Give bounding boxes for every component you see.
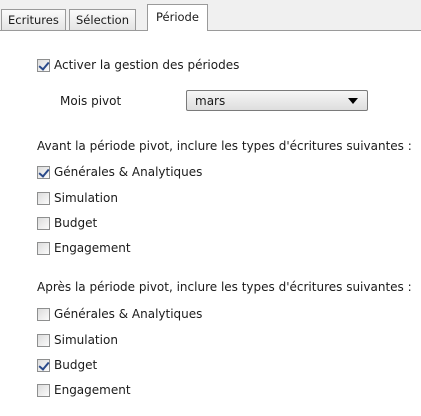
pivot-month-value: mars	[195, 93, 226, 108]
after-generales-checkbox[interactable]	[37, 307, 50, 321]
before-pivot-heading: Avant la période pivot, inclure les type…	[37, 139, 412, 153]
enable-periods-row[interactable]: Activer la gestion des périodes	[37, 56, 239, 74]
before-option-budget[interactable]: Budget	[37, 214, 97, 232]
after-engagement-checkbox[interactable]	[37, 383, 50, 397]
before-option-simulation[interactable]: Simulation	[37, 189, 118, 207]
after-option-budget[interactable]: Budget	[37, 356, 97, 374]
before-option-engagement[interactable]: Engagement	[37, 239, 131, 257]
after-option-simulation[interactable]: Simulation	[37, 331, 118, 349]
tab-ecritures[interactable]: Ecritures	[1, 9, 66, 30]
after-option-engagement[interactable]: Engagement	[37, 381, 131, 399]
after-option-generales[interactable]: Générales & Analytiques	[37, 305, 202, 323]
pivot-month-label: Mois pivot	[60, 94, 122, 108]
before-generales-checkbox[interactable]	[37, 165, 50, 179]
enable-periods-label: Activer la gestion des périodes	[54, 58, 240, 72]
pivot-month-row: Mois pivot	[60, 92, 121, 110]
chevron-down-icon	[348, 97, 358, 104]
before-simulation-checkbox[interactable]	[37, 191, 50, 205]
after-simulation-checkbox[interactable]	[37, 333, 50, 347]
tab-periode[interactable]: Période	[147, 4, 208, 31]
before-engagement-checkbox[interactable]	[37, 241, 50, 255]
pivot-month-select[interactable]: mars	[186, 90, 368, 111]
before-budget-checkbox[interactable]	[37, 216, 50, 230]
enable-periods-checkbox[interactable]	[37, 58, 50, 72]
tab-strip: Ecritures Sélection Période	[0, 0, 421, 31]
tab-divider	[0, 30, 421, 31]
before-option-generales[interactable]: Générales & Analytiques	[37, 163, 202, 181]
after-pivot-heading: Après la période pivot, inclure les type…	[37, 280, 412, 294]
tab-selection[interactable]: Sélection	[69, 9, 136, 30]
period-settings-window: Ecritures Sélection Période Activer la g…	[0, 0, 421, 416]
after-budget-checkbox[interactable]	[37, 358, 50, 372]
